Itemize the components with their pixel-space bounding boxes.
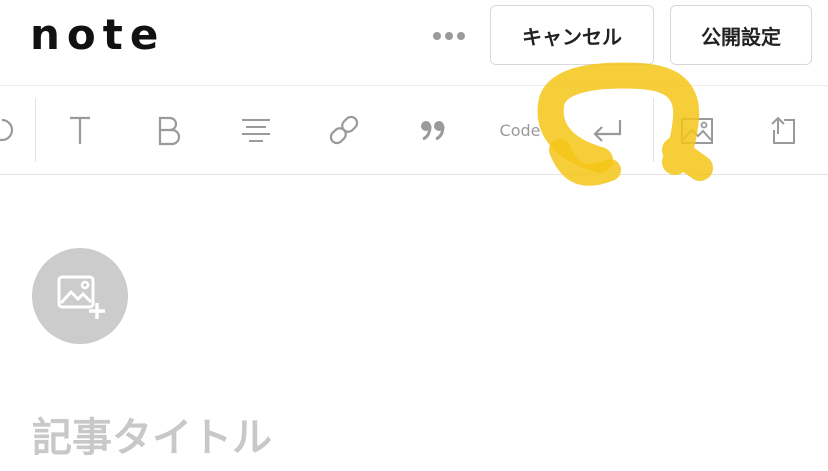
note-editor-page: note キャンセル 公開設定 Code 記事タイトル — [0, 0, 828, 471]
align-center-icon — [242, 119, 270, 142]
link-button[interactable] — [320, 106, 368, 154]
upload-icon — [771, 116, 795, 144]
note-logo[interactable]: note — [30, 10, 165, 60]
upload-button[interactable] — [760, 106, 808, 154]
return-icon — [593, 120, 622, 142]
cancel-button[interactable]: キャンセル — [490, 5, 654, 65]
undo-icon — [0, 118, 14, 142]
align-button[interactable] — [232, 106, 280, 154]
publish-settings-button[interactable]: 公開設定 — [670, 5, 812, 65]
code-label: Code — [499, 120, 541, 140]
header-bar: note キャンセル 公開設定 — [0, 0, 828, 84]
article-title-input[interactable]: 記事タイトル — [32, 408, 792, 468]
toolbar-divider — [35, 98, 36, 162]
line-break-button[interactable] — [583, 106, 631, 154]
formatting-toolbar: Code — [0, 85, 828, 175]
ellipsis-icon — [433, 32, 465, 40]
more-options-button[interactable] — [428, 22, 470, 50]
quote-button[interactable] — [408, 106, 456, 154]
bold-icon — [158, 116, 181, 146]
image-button[interactable] — [672, 106, 720, 154]
image-icon — [681, 118, 713, 144]
code-button[interactable]: Code — [494, 106, 546, 154]
text-heading-icon — [70, 116, 90, 144]
quote-icon — [421, 121, 445, 141]
image-plus-icon — [57, 275, 105, 319]
add-header-image-button[interactable] — [32, 248, 128, 344]
heading-button[interactable] — [56, 106, 104, 154]
bold-button[interactable] — [144, 106, 192, 154]
toolbar-divider — [653, 98, 654, 162]
undo-button[interactable] — [0, 106, 26, 154]
link-icon — [329, 115, 359, 145]
